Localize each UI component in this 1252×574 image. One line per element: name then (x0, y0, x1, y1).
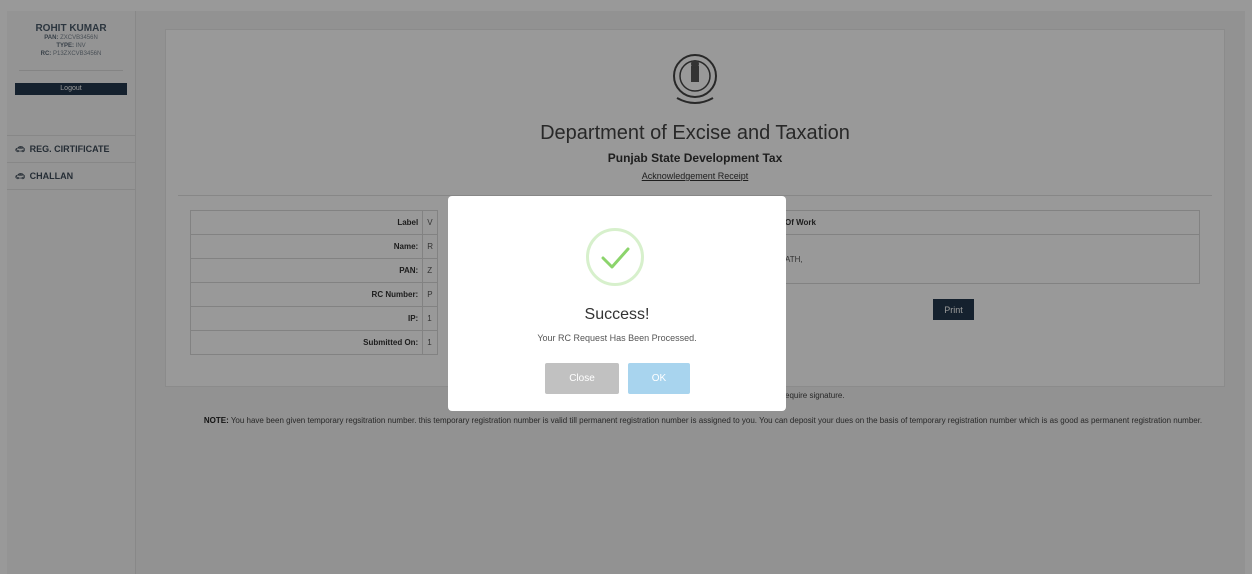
success-check-icon (586, 228, 644, 286)
success-dialog: Success! Your RC Request Has Been Proces… (448, 196, 786, 411)
ok-button[interactable]: OK (628, 363, 690, 394)
close-button[interactable]: Close (545, 363, 619, 394)
dialog-title: Success! (584, 306, 650, 323)
dialog-message: Your RC Request Has Been Processed. (537, 333, 697, 343)
